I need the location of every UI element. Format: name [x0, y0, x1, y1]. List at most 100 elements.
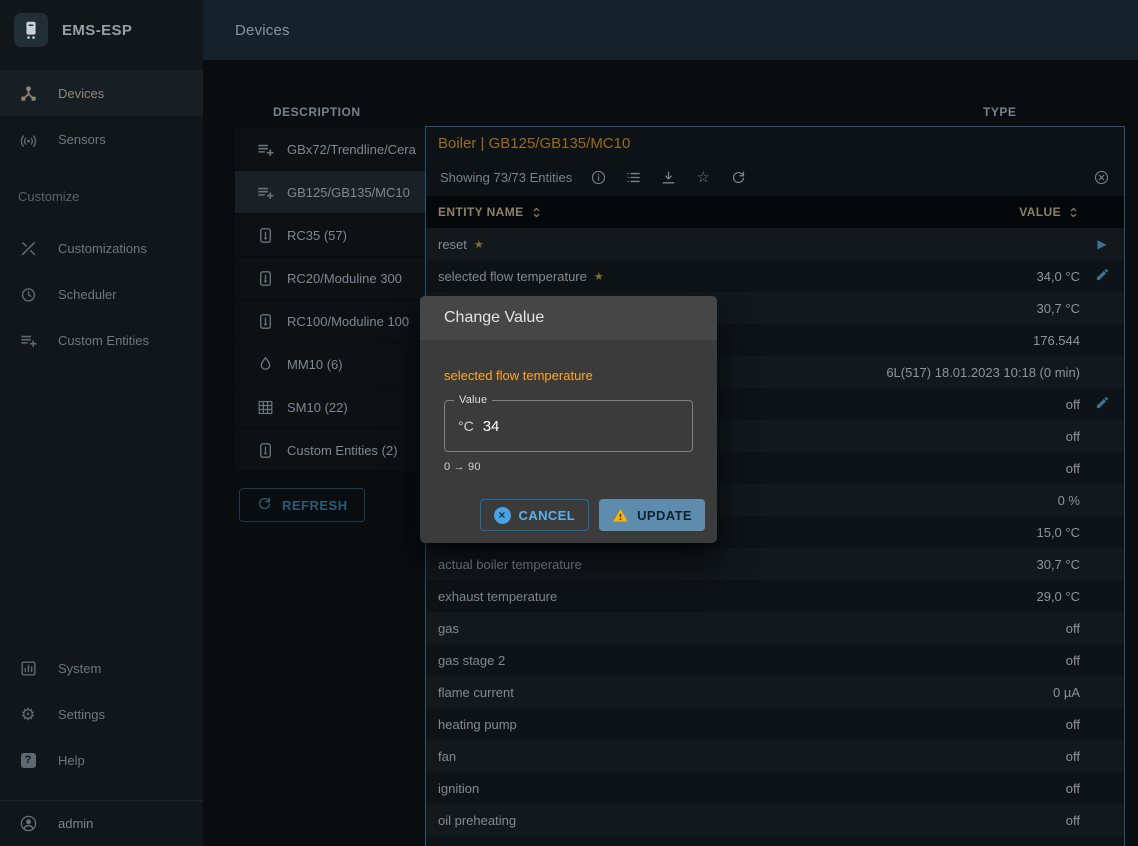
sidebar-item-scheduler[interactable]: Scheduler [0, 271, 203, 317]
ems-esp-app: Devices EMS-ESP Devices Sensors C [0, 0, 1138, 846]
close-icon[interactable] [1092, 169, 1110, 187]
device-name: GBx72/Trendline/Cera [287, 142, 416, 157]
device-name: RC100/Moduline 100 [287, 314, 409, 329]
entity-value: off [1066, 653, 1080, 668]
entity-row[interactable]: gas off [426, 612, 1124, 644]
value-range-helper: 0 → 90 [444, 461, 693, 473]
sidebar-item-label: Custom Entities [58, 333, 149, 348]
entity-row[interactable]: selected flow temperature ★ 34,0 °C [426, 260, 1124, 292]
star-icon[interactable]: ☆ [694, 169, 712, 187]
entity-value: off [1066, 781, 1080, 796]
entity-row[interactable]: flame current 0 µA [426, 676, 1124, 708]
entity-name: flame current [438, 685, 514, 700]
entity-table-header: ENTITY NAME VALUE [426, 196, 1124, 228]
sidebar: EMS-ESP Devices Sensors Customize [0, 0, 203, 846]
thermostat-icon [253, 223, 277, 247]
entity-name-header[interactable]: ENTITY NAME [426, 205, 1019, 219]
sidebar-item-system[interactable]: System [0, 645, 203, 691]
update-button[interactable]: UPDATE [599, 499, 705, 531]
entity-star-icon: ★ [594, 270, 604, 283]
info-icon[interactable] [589, 169, 607, 187]
entity-value: off [1066, 429, 1080, 444]
entity-value: off [1066, 749, 1080, 764]
refresh-icon[interactable] [729, 169, 747, 187]
refresh-icon [256, 495, 273, 515]
entity-row[interactable]: reset ★ ▶ [426, 228, 1124, 260]
sidebar-item-settings[interactable]: ⚙ Settings [0, 691, 203, 737]
execute-icon[interactable]: ▶ [1097, 237, 1106, 251]
value-input[interactable] [483, 418, 679, 435]
entity-value: off [1066, 813, 1080, 828]
refresh-button[interactable]: REFRESH [239, 488, 365, 522]
sidebar-item-help[interactable]: ? Help [0, 737, 203, 783]
value-field[interactable]: Value °C [444, 400, 693, 452]
entity-value: off [1066, 461, 1080, 476]
list-icon[interactable] [624, 169, 642, 187]
entity-value: 0 µA [1053, 685, 1080, 700]
entity-name: gas stage 2 [438, 653, 505, 668]
entity-row[interactable]: fan off [426, 740, 1124, 772]
device-name: MM10 (6) [287, 357, 343, 372]
chart-box-icon [18, 658, 38, 678]
entity-name: fan [438, 749, 456, 764]
entity-row[interactable]: heating pump off [426, 708, 1124, 740]
value-header[interactable]: VALUE [1019, 205, 1080, 219]
playlist-add-icon [253, 137, 277, 161]
entity-name: selected flow temperature [438, 269, 587, 284]
entity-row[interactable]: ignition off [426, 772, 1124, 804]
edit-icon[interactable] [1095, 395, 1110, 413]
entity-row[interactable] [426, 836, 1124, 846]
sort-icon [1067, 206, 1080, 219]
sidebar-item-custom-entities[interactable]: Custom Entities [0, 317, 203, 363]
sidebar-item-customizations[interactable]: Customizations [0, 225, 203, 271]
sidebar-item-devices[interactable]: Devices [0, 70, 203, 116]
entity-row[interactable]: actual boiler temperature 30,7 °C [426, 548, 1124, 580]
cancel-icon: × [494, 507, 511, 524]
topbar: Devices [203, 0, 1138, 60]
cancel-button[interactable]: × CANCEL [480, 499, 590, 531]
entity-value: 30,7 °C [1036, 557, 1080, 572]
app-title: EMS-ESP [62, 22, 132, 39]
entity-row[interactable]: oil preheating off [426, 804, 1124, 836]
download-icon[interactable] [659, 169, 677, 187]
entity-name: heating pump [438, 717, 517, 732]
entity-row[interactable]: gas stage 2 off [426, 644, 1124, 676]
sidebar-section-customize: Customize [0, 176, 203, 216]
solar-icon [253, 395, 277, 419]
unit-adornment: °C [458, 418, 474, 434]
device-hub-icon [18, 83, 38, 103]
entity-value: off [1066, 621, 1080, 636]
dialog-title: Change Value [420, 296, 717, 340]
entity-value: 6L(517) 18.01.2023 10:18 (0 min) [886, 365, 1080, 380]
sidebar-item-label: Settings [58, 707, 105, 722]
page-title: Devices [235, 22, 290, 39]
sidebar-item-label: Help [58, 753, 85, 768]
app-logo-icon [14, 13, 48, 47]
entity-name: exhaust temperature [438, 589, 557, 604]
sidebar-item-label: Customizations [58, 241, 147, 256]
device-name: Custom Entities (2) [287, 443, 398, 458]
sidebar-item-sensors[interactable]: Sensors [0, 116, 203, 162]
sidebar-user-row[interactable]: admin [0, 800, 203, 846]
gear-icon: ⚙ [18, 704, 38, 724]
entities-count-label: Showing 73/73 Entities [440, 170, 572, 185]
dialog-actions: × CANCEL UPDATE [420, 473, 717, 543]
device-name: GB125/GB135/MC10 [287, 185, 410, 200]
entity-value: off [1066, 397, 1080, 412]
username-label: admin [58, 816, 93, 831]
entity-star-icon: ★ [474, 238, 484, 251]
thermostat-icon [253, 438, 277, 462]
entity-action[interactable] [1080, 395, 1124, 413]
help-icon: ? [18, 750, 38, 770]
entity-action[interactable] [1080, 267, 1124, 285]
edit-icon[interactable] [1095, 267, 1110, 285]
entity-value: off [1066, 717, 1080, 732]
sidebar-item-label: Scheduler [58, 287, 117, 302]
entity-action[interactable]: ▶ [1080, 237, 1124, 251]
entity-name: actual boiler temperature [438, 557, 582, 572]
sidebar-item-label: Sensors [58, 132, 106, 147]
sort-icon [530, 206, 543, 219]
entity-row[interactable]: exhaust temperature 29,0 °C [426, 580, 1124, 612]
droplet-icon [253, 352, 277, 376]
entity-value: 176.544 [1033, 333, 1080, 348]
